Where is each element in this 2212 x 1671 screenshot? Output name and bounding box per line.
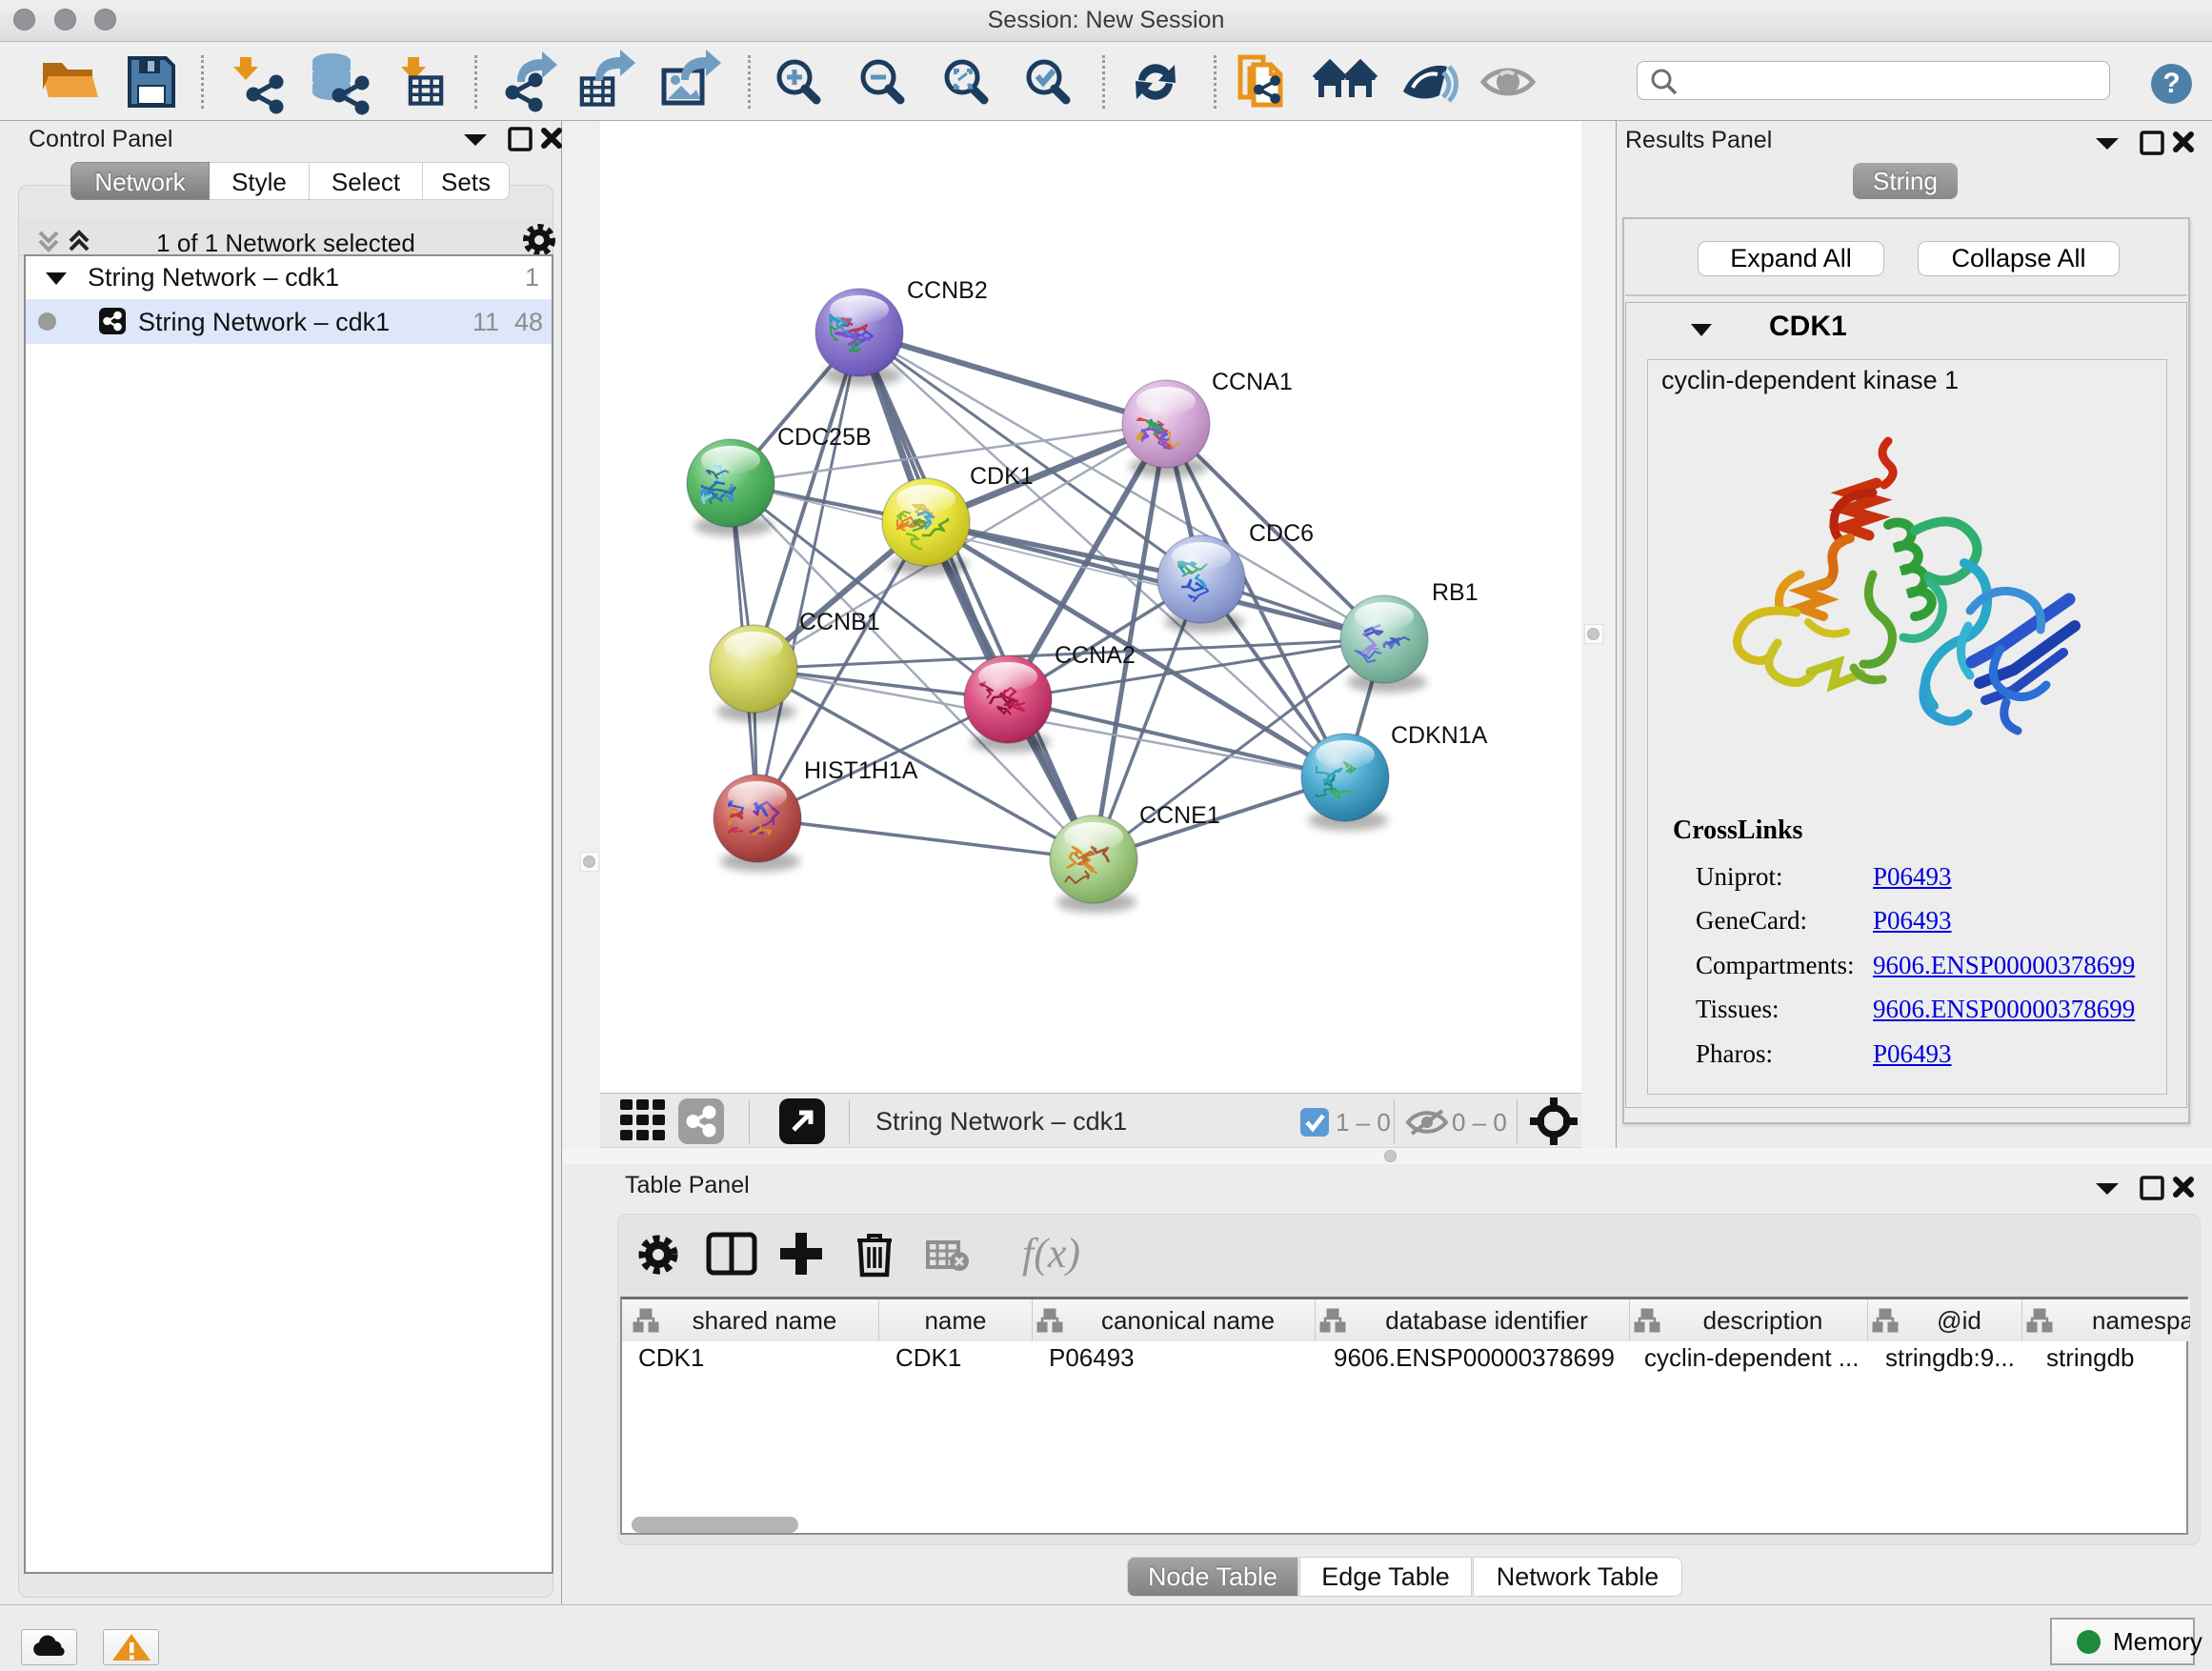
svg-text:CDC6: CDC6 <box>1249 520 1314 547</box>
svg-text:CCNB2: CCNB2 <box>907 277 988 304</box>
svg-text:CDK1: CDK1 <box>970 463 1034 490</box>
svg-text:CCNB1: CCNB1 <box>799 609 880 635</box>
svg-text:HIST1H1A: HIST1H1A <box>804 757 918 784</box>
svg-text:CDKN1A: CDKN1A <box>1391 722 1488 749</box>
svg-text:CCNA1: CCNA1 <box>1212 369 1293 395</box>
svg-text:CCNA2: CCNA2 <box>1055 642 1136 669</box>
svg-text:CDC25B: CDC25B <box>777 424 872 451</box>
svg-text:CCNE1: CCNE1 <box>1139 802 1220 829</box>
svg-text:RB1: RB1 <box>1432 579 1478 606</box>
svg-text:f(x): f(x) <box>1022 1230 1080 1277</box>
